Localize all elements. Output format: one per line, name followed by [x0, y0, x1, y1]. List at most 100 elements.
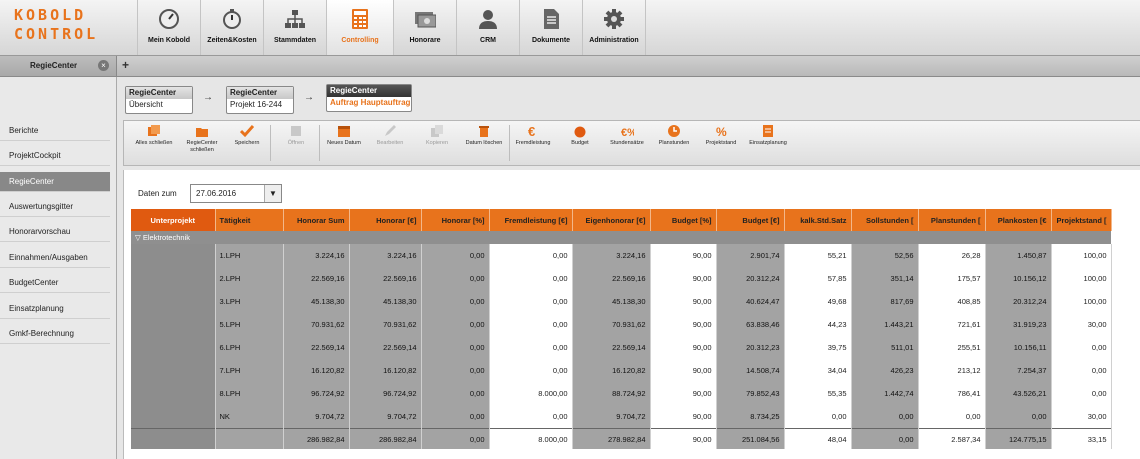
column-header[interactable]: Budget [€] [716, 209, 785, 231]
table-cell: 511,01 [851, 336, 919, 359]
table-cell: 0,00 [985, 405, 1052, 429]
column-header[interactable]: Unterprojekt [131, 209, 216, 231]
edit-button[interactable]: Bearbeiten [367, 124, 413, 147]
nav-mein-kobold[interactable]: Mein Kobold [137, 0, 200, 55]
table-cell: 8.734,25 [716, 405, 785, 429]
column-header[interactable]: Planstunden [ [918, 209, 986, 231]
total-row[interactable]: 286.982,84 286.982,84 0,00 8.000,00 278.982,… [131, 428, 1112, 449]
nav-honorare[interactable]: Honorare [393, 0, 456, 55]
table-cell: 10.156,12 [985, 267, 1052, 290]
table-row[interactable]: 7.LPH 16.120,82 16.120,82 0,00 0,00 16.120,82… [131, 359, 1112, 382]
table-cell: 96.724,92 [283, 382, 350, 405]
table-cell: 48,04 [784, 428, 852, 449]
sidebar-item-honorarvorschau[interactable]: Honorarvorschau [0, 222, 110, 242]
tab-strip: RegieCenter × + [0, 56, 1140, 77]
sidebar-item-einsatzplanung[interactable]: Einsatzplanung [0, 299, 110, 319]
column-header[interactable]: Fremdleistung [€] [489, 209, 573, 231]
sidebar-item-budgetcenter[interactable]: BudgetCenter [0, 273, 110, 293]
nav-zeiten-kosten[interactable]: Zeiten&Kosten [200, 0, 263, 55]
table-cell: 0,00 [421, 244, 490, 267]
fremdleistung-button[interactable]: € Fremdleistung [510, 124, 556, 147]
table-cell: 5.LPH [215, 313, 284, 336]
column-header[interactable]: Plankosten [€ [985, 209, 1052, 231]
close-regiecenter-button[interactable]: RegieCenter schließen [179, 124, 225, 154]
table-cell [131, 336, 216, 359]
table-row[interactable]: NK 9.704,72 9.704,72 0,00 0,00 9.704,72 90,00 8… [131, 405, 1112, 429]
nav-crm[interactable]: CRM [456, 0, 519, 55]
sidebar-item-einnahmen-ausgaben[interactable]: Einnahmen/Ausgaben [0, 248, 110, 268]
column-header[interactable]: Budget [%] [650, 209, 717, 231]
column-header[interactable]: Honorar [%] [421, 209, 490, 231]
table-cell: 70.931,62 [283, 313, 350, 336]
table-cell: NK [215, 405, 284, 429]
sidebar-item-regiecenter[interactable]: RegieCenter [0, 172, 110, 192]
sidebar-item-gmkf-berechnung[interactable]: Gmkf-Berechnung [0, 324, 110, 344]
close-icon[interactable]: × [98, 60, 109, 71]
table-row[interactable]: 6.LPH 22.569,14 22.569,14 0,00 0,00 22.569,14… [131, 336, 1112, 359]
arrow-icon: → [203, 92, 213, 103]
column-header[interactable]: Honorar Sum [283, 209, 350, 231]
table-cell: 14.508,74 [716, 359, 785, 382]
table-cell: 22.569,16 [572, 267, 651, 290]
sidebar-item-projektcockpit[interactable]: ProjektCockpit [0, 146, 110, 166]
table-cell: 251.084,56 [716, 428, 785, 449]
table-cell: 49,68 [784, 290, 852, 313]
table-cell: 10.156,11 [985, 336, 1052, 359]
table-row[interactable]: 2.LPH 22.569,16 22.569,16 0,00 0,00 22.569,16… [131, 267, 1112, 290]
chevron-down-icon[interactable]: ▼ [264, 185, 281, 202]
close-all-button[interactable]: Alles schließen [131, 124, 177, 147]
table-cell: 70.931,62 [349, 313, 422, 336]
copy-button[interactable]: Kopieren [414, 124, 460, 147]
table-cell: 0,00 [421, 267, 490, 290]
sidebar-item-berichte[interactable]: Berichte [0, 121, 110, 141]
nav-administration[interactable]: Administration [582, 0, 646, 55]
sidebar-item-auswertungsgitter[interactable]: Auswertungsgitter [0, 197, 110, 217]
toolbar-separator [270, 125, 271, 161]
breadcrumb-uebersicht[interactable]: RegieCenter Übersicht [125, 86, 193, 114]
table-row[interactable]: 1.LPH 3.224,16 3.224,16 0,00 0,00 3.224,16 90,… [131, 244, 1112, 267]
table-cell: 34,04 [784, 359, 852, 382]
stundensaetze-button[interactable]: €% Stundensätze [604, 124, 650, 147]
table-row[interactable]: 8.LPH 96.724,92 96.724,92 0,00 8.000,00 88.72… [131, 382, 1112, 405]
percent-icon: % [716, 125, 727, 138]
planstunden-button[interactable]: Planstunden [651, 124, 697, 147]
tab-regiecenter[interactable]: RegieCenter × [0, 56, 117, 76]
new-date-button[interactable]: Neues Datum [321, 124, 367, 147]
column-header[interactable]: Eigenhonorar [€] [572, 209, 651, 231]
table-cell: 0,00 [421, 428, 490, 449]
budget-button[interactable]: Budget [557, 124, 603, 147]
table-cell: 16.120,82 [283, 359, 350, 382]
delete-date-button[interactable]: Datum löschen [461, 124, 507, 147]
einsatzplanung-button[interactable]: Einsatzplanung [745, 124, 791, 147]
column-header[interactable]: Projektstand [ [1051, 209, 1112, 231]
table-cell: 7.LPH [215, 359, 284, 382]
date-select[interactable]: 27.06.2016 ▼ [190, 184, 282, 203]
column-header[interactable]: kalk.Std.Satz [784, 209, 852, 231]
breadcrumb-projekt[interactable]: RegieCenter Projekt 16-244 [226, 86, 294, 114]
group-row[interactable]: ▽ Elektrotechnik [131, 231, 1111, 244]
column-header[interactable]: Sollstunden [ [851, 209, 919, 231]
save-button[interactable]: Speichern [224, 124, 270, 147]
breadcrumb-auftrag[interactable]: RegieCenter Auftrag Hauptauftrag [326, 84, 412, 112]
toolbar-label: Projektstand [705, 140, 737, 146]
toolbar-label: Fremdleistung [515, 140, 551, 146]
nav-dokumente[interactable]: Dokumente [519, 0, 582, 55]
open-button[interactable]: Öffnen [273, 124, 319, 147]
table-cell: 22.569,14 [283, 336, 350, 359]
column-header[interactable]: Honorar [€] [349, 209, 422, 231]
nav-controlling[interactable]: Controlling [326, 0, 393, 55]
table-row[interactable]: 3.LPH 45.138,30 45.138,30 0,00 0,00 45.138,30… [131, 290, 1112, 313]
column-header[interactable]: Tätigkeit [215, 209, 284, 231]
table-cell: 1.442,74 [851, 382, 919, 405]
nav-stammdaten[interactable]: Stammdaten [263, 0, 326, 55]
projektstand-button[interactable]: % Projektstand [698, 124, 744, 147]
table-cell: 20.312,23 [716, 336, 785, 359]
table-cell: 52,56 [851, 244, 919, 267]
table-cell [131, 359, 216, 382]
table-cell: 0,00 [489, 267, 573, 290]
table-row[interactable]: 5.LPH 70.931,62 70.931,62 0,00 0,00 70.931,62… [131, 313, 1112, 336]
table-cell: 22.569,16 [283, 267, 350, 290]
add-tab-icon[interactable]: + [122, 58, 129, 72]
table-cell: 0,00 [489, 313, 573, 336]
org-chart-icon [285, 10, 305, 28]
